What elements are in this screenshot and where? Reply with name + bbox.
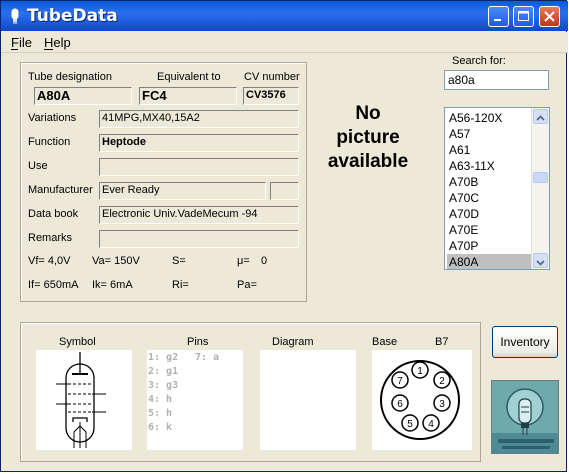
pins-header: Pins bbox=[187, 336, 209, 348]
va-value: Va= 150V bbox=[92, 255, 140, 267]
menu-file[interactable]: File bbox=[11, 35, 32, 50]
menu-file-mnemonic bbox=[11, 49, 18, 50]
list-item[interactable]: A63-11X bbox=[447, 158, 532, 174]
base-header: Base bbox=[372, 336, 398, 348]
app-icon bbox=[11, 8, 19, 24]
chevron-up-icon bbox=[536, 115, 545, 121]
pin-1: 1: g2 bbox=[148, 352, 179, 363]
manufacturer-extra-field[interactable] bbox=[270, 182, 299, 200]
menu-help[interactable]: Help bbox=[44, 35, 71, 50]
manufacturer-label: Manufacturer bbox=[28, 184, 93, 196]
search-label: Search for: bbox=[452, 55, 506, 67]
app-logo bbox=[491, 380, 559, 454]
menu-help-mnemonic bbox=[44, 49, 53, 50]
diagram-header: Diagram bbox=[272, 336, 314, 348]
pin-7: 7: a bbox=[195, 352, 220, 363]
maximize-button[interactable] bbox=[513, 6, 534, 27]
heptode-symbol-icon bbox=[56, 352, 106, 448]
symbol-box bbox=[36, 350, 132, 450]
inventory-button[interactable]: Inventory bbox=[492, 326, 558, 358]
remarks-label: Remarks bbox=[28, 232, 73, 244]
diagram-box bbox=[260, 350, 356, 450]
if-value: If= 650mA bbox=[28, 279, 79, 291]
manufacturer-field[interactable]: Ever Ready bbox=[99, 182, 266, 200]
scroll-up-button[interactable] bbox=[533, 109, 548, 124]
pin-2: 2: g1 bbox=[148, 366, 179, 377]
list-item[interactable]: A57 bbox=[447, 126, 532, 142]
base-type: B7 bbox=[435, 336, 449, 348]
list-item[interactable]: A70E bbox=[447, 222, 532, 238]
socket-pin-2: 2 bbox=[439, 376, 445, 387]
list-item[interactable]: A70P bbox=[447, 238, 532, 254]
minimize-icon bbox=[494, 19, 501, 21]
no-picture-line3: available bbox=[327, 151, 409, 172]
remarks-field[interactable] bbox=[99, 230, 299, 248]
list-scrollbar[interactable] bbox=[531, 108, 549, 269]
s-value: S= bbox=[172, 255, 186, 267]
databook-label: Data book bbox=[28, 208, 79, 220]
ri-value: Ri= bbox=[172, 279, 189, 291]
no-picture-line1: No bbox=[355, 103, 381, 124]
minimize-button[interactable] bbox=[488, 6, 509, 27]
socket-pin-3: 3 bbox=[439, 399, 445, 410]
list-item[interactable]: A56-120X bbox=[447, 110, 532, 126]
close-button[interactable] bbox=[539, 6, 560, 27]
base-box: 1 2 3 4 5 6 7 bbox=[372, 350, 472, 450]
menu-bar: File Help bbox=[1, 32, 568, 53]
cv-field[interactable]: CV3576 bbox=[243, 87, 299, 105]
ik-value: Ik= 6mA bbox=[92, 279, 133, 291]
socket-pin-1: 1 bbox=[417, 366, 423, 377]
maximize-icon bbox=[518, 11, 529, 21]
socket-pin-5: 5 bbox=[407, 419, 413, 430]
scroll-down-button[interactable] bbox=[533, 253, 548, 268]
socket-pin-6: 6 bbox=[397, 399, 403, 410]
list-item[interactable]: A70B bbox=[447, 174, 532, 190]
list-item-selected[interactable]: A80A bbox=[447, 254, 532, 269]
variations-label: Variations bbox=[28, 112, 77, 124]
b7-socket-icon: 1 2 3 4 5 6 7 bbox=[380, 360, 460, 440]
pin-5: 5: h bbox=[148, 408, 173, 419]
equivalent-label: Equivalent to bbox=[157, 71, 221, 83]
chevron-down-icon bbox=[536, 260, 545, 266]
vf-value: Vf= 4,0V bbox=[28, 255, 71, 267]
function-label: Function bbox=[28, 136, 71, 148]
pin-6: 6: k bbox=[148, 422, 173, 433]
list-item[interactable]: A70D bbox=[447, 206, 532, 222]
mu-value: 0 bbox=[261, 255, 268, 267]
main-window: TubeData File Help Tube designation Equi… bbox=[0, 0, 568, 472]
pins-box: 1: g2 7: a 2: g1 3: g3 4: h 5: h 6: k bbox=[147, 350, 243, 450]
search-input[interactable] bbox=[444, 70, 549, 90]
variations-field[interactable]: 41MPG,MX40,15A2 bbox=[99, 110, 299, 128]
socket-pin-7: 7 bbox=[397, 376, 403, 387]
list-item[interactable]: A61 bbox=[447, 142, 532, 158]
window-title: TubeData bbox=[27, 6, 118, 26]
equivalent-field[interactable]: FC4 bbox=[139, 87, 237, 105]
no-picture-message: No picture available bbox=[315, 102, 421, 174]
tube-list[interactable]: A56-120X A57 A61 A63-11X A70B A70C A70D … bbox=[444, 107, 550, 270]
designation-label: Tube designation bbox=[28, 71, 112, 83]
list-item[interactable]: A70C bbox=[447, 190, 532, 206]
no-picture-line2: picture bbox=[336, 127, 400, 148]
symbol-header: Symbol bbox=[59, 336, 96, 348]
pin-4: 4: h bbox=[148, 394, 173, 405]
use-field[interactable] bbox=[99, 158, 299, 176]
function-field[interactable]: Heptode bbox=[99, 134, 299, 152]
tube-logo-icon bbox=[492, 381, 558, 453]
scroll-thumb[interactable] bbox=[533, 172, 548, 183]
close-icon bbox=[544, 11, 555, 22]
title-bar[interactable]: TubeData bbox=[1, 1, 568, 31]
cv-label: CV number bbox=[244, 71, 300, 83]
mu-label: μ= bbox=[237, 255, 250, 267]
designation-field[interactable]: A80A bbox=[34, 87, 132, 105]
pa-value: Pa= bbox=[237, 279, 257, 291]
pin-3: 3: g3 bbox=[148, 380, 179, 391]
socket-pin-4: 4 bbox=[428, 419, 434, 430]
use-label: Use bbox=[28, 160, 48, 172]
databook-field[interactable]: Electronic Univ.VadeMecum -94 bbox=[99, 206, 299, 224]
